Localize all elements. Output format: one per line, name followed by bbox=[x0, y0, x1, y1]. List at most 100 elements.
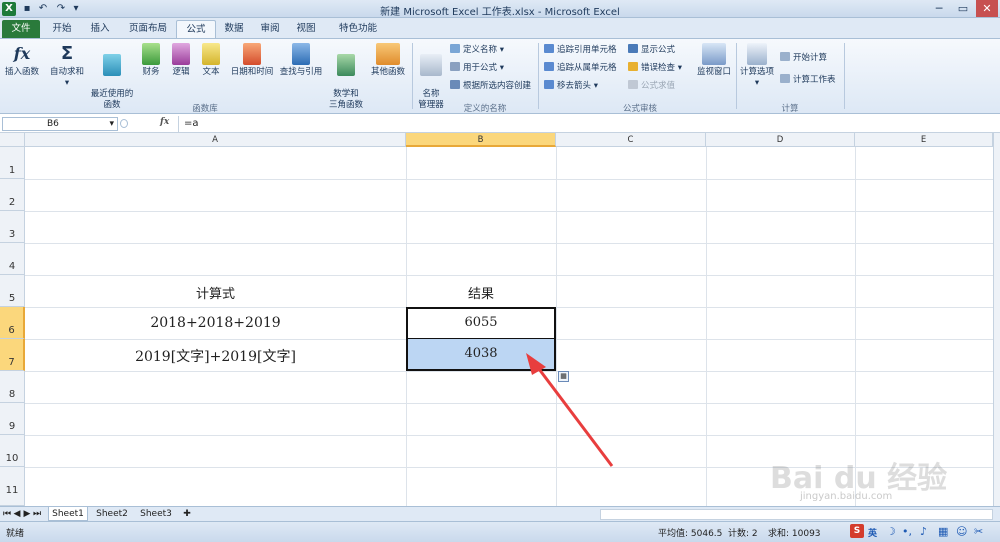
sheet-tab-sheet1[interactable]: Sheet1 bbox=[48, 507, 88, 521]
tab-review[interactable]: 审阅 bbox=[254, 20, 286, 38]
group-separator bbox=[538, 43, 539, 109]
insert-function-button[interactable]: fx 插入函数 bbox=[2, 43, 42, 78]
fx-icon: fx bbox=[13, 44, 31, 63]
show-formulas-button[interactable]: 显示公式 bbox=[628, 43, 675, 57]
expand-icon[interactable] bbox=[120, 119, 128, 128]
moon-icon[interactable]: ☽ bbox=[886, 525, 896, 538]
name-box-dropdown-icon[interactable]: ▾ bbox=[109, 118, 114, 130]
last-sheet-icon[interactable]: ⏭ bbox=[33, 507, 41, 521]
book-logic-icon bbox=[172, 43, 190, 65]
watermark-url: jingyan.baidu.com bbox=[800, 491, 893, 502]
name-manager-button[interactable]: 名称 管理器 bbox=[414, 43, 448, 111]
calculate-sheet-button[interactable]: 计算工作表 bbox=[780, 73, 836, 87]
sogou-ime-icon[interactable]: S bbox=[850, 524, 864, 538]
logic-button[interactable]: 逻辑 bbox=[168, 43, 194, 78]
tab-data[interactable]: 数据 bbox=[218, 20, 250, 38]
trace-precedents-icon bbox=[544, 44, 554, 53]
group-separator bbox=[844, 43, 845, 109]
watch-window-button[interactable]: 监视窗口 bbox=[694, 43, 734, 78]
sheet-tab-bar: ⏮ ◀ ▶ ⏭ Sheet1 Sheet2 Sheet3 ✚ bbox=[0, 506, 1000, 521]
horizontal-scrollbar[interactable] bbox=[600, 509, 993, 520]
evaluate-icon bbox=[628, 80, 638, 89]
grid-icon bbox=[450, 80, 460, 89]
status-mode: 就绪 bbox=[6, 529, 25, 539]
book-datetime-icon bbox=[243, 43, 261, 65]
datetime-button[interactable]: 日期和时间 bbox=[228, 43, 276, 78]
recent-functions-button[interactable]: 最近使用的 函数 bbox=[88, 43, 136, 111]
formula-icon bbox=[450, 62, 460, 71]
tab-formulas[interactable]: 公式 bbox=[176, 20, 216, 38]
undo-icon[interactable]: ↶ bbox=[36, 2, 50, 16]
define-name-button[interactable]: 定义名称 ▾ bbox=[450, 43, 504, 57]
calculation-options-button[interactable]: 计算选项 ▾ bbox=[738, 43, 776, 89]
quick-access-dropdown-icon[interactable]: ▾ bbox=[72, 2, 80, 16]
sheet-tab-sheet3[interactable]: Sheet3 bbox=[136, 507, 176, 521]
name-box[interactable]: B6 ▾ bbox=[2, 117, 118, 131]
title-bar: X ▪ ↶ ↷ ▾ 新建 Microsoft Excel 工作表.xlsx - … bbox=[0, 0, 1000, 18]
redo-icon[interactable]: ↷ bbox=[54, 2, 68, 16]
annotation-arrow bbox=[526, 353, 614, 467]
evaluate-formula-button[interactable]: 公式求值 bbox=[628, 79, 675, 93]
book-math-icon bbox=[337, 54, 355, 76]
status-average: 平均值: 5046.5 bbox=[658, 529, 723, 539]
autosum-button[interactable]: Σ 自动求和 ▾ bbox=[46, 43, 88, 89]
minimize-button[interactable]: ─ bbox=[928, 0, 950, 17]
finance-button[interactable]: 财务 bbox=[138, 43, 164, 78]
vertical-scrollbar[interactable] bbox=[993, 133, 1000, 506]
arrow-head bbox=[526, 353, 546, 375]
ime-lang-icon[interactable]: 英 bbox=[868, 526, 877, 539]
window-title: 新建 Microsoft Excel 工作表.xlsx - Microsoft … bbox=[380, 7, 620, 18]
tab-insert[interactable]: 插入 bbox=[84, 20, 116, 38]
save-icon[interactable]: ▪ bbox=[20, 2, 34, 16]
excel-logo-icon: X bbox=[2, 2, 16, 16]
new-sheet-icon[interactable]: ✚ bbox=[180, 507, 194, 521]
calculate-now-button[interactable]: 开始计算 bbox=[780, 51, 827, 65]
next-sheet-icon[interactable]: ▶ bbox=[23, 507, 31, 521]
status-count: 计数: 2 bbox=[728, 529, 758, 539]
trace-dependents-button[interactable]: 追踪从属单元格 bbox=[544, 61, 617, 75]
other-functions-button[interactable]: 其他函数 bbox=[368, 43, 408, 78]
tab-home[interactable]: 开始 bbox=[46, 20, 78, 38]
punctuation-icon[interactable]: •, bbox=[902, 525, 912, 538]
math-button[interactable]: 数学和 三角函数 bbox=[326, 43, 366, 111]
group-separator bbox=[412, 43, 413, 109]
trace-dependents-icon bbox=[544, 62, 554, 71]
keyboard-icon[interactable]: ▦ bbox=[938, 525, 948, 538]
prev-sheet-icon[interactable]: ◀ bbox=[13, 507, 21, 521]
watch-window-icon bbox=[702, 43, 726, 65]
name-manager-icon bbox=[420, 54, 442, 76]
remove-arrows-button[interactable]: 移去箭头 ▾ bbox=[544, 79, 598, 93]
sheet-tab-sheet2[interactable]: Sheet2 bbox=[92, 507, 132, 521]
sigma-icon: Σ bbox=[60, 43, 74, 64]
error-check-button[interactable]: 错误检查 ▾ bbox=[628, 61, 682, 75]
books-other-icon bbox=[376, 43, 400, 65]
group-label-function-library: 函数库 bbox=[192, 104, 218, 114]
spreadsheet-grid: A B C D E 1 2 3 4 5 6 7 8 9 10 11 计算式 结果… bbox=[0, 133, 993, 506]
lookup-button[interactable]: 查找与引用 bbox=[278, 43, 324, 78]
group-label-calculation: 计算 bbox=[781, 104, 799, 114]
tab-special[interactable]: 特色功能 bbox=[330, 20, 386, 38]
create-from-selection-button[interactable]: 根据所选内容创建 bbox=[450, 79, 531, 93]
user-icon[interactable]: ☺ bbox=[956, 525, 967, 538]
show-formulas-icon bbox=[628, 44, 638, 53]
microphone-icon[interactable]: ♪ bbox=[920, 525, 927, 538]
tab-file[interactable]: 文件 bbox=[2, 20, 40, 38]
restore-button[interactable]: ▭ bbox=[952, 0, 974, 17]
ribbon: fx 插入函数 Σ 自动求和 ▾ 最近使用的 函数 财务 逻辑 文本 日期和时间 … bbox=[0, 38, 1000, 114]
use-in-formula-button[interactable]: 用于公式 ▾ bbox=[450, 61, 504, 75]
calculator-icon bbox=[747, 43, 767, 65]
tab-view[interactable]: 视图 bbox=[290, 20, 322, 38]
group-separator bbox=[736, 43, 737, 109]
trace-precedents-button[interactable]: 追踪引用单元格 bbox=[544, 43, 617, 57]
settings-icon[interactable]: ✂ bbox=[974, 525, 983, 538]
first-sheet-icon[interactable]: ⏮ bbox=[3, 507, 11, 521]
book-finance-icon bbox=[142, 43, 160, 65]
book-lookup-icon bbox=[292, 43, 310, 65]
tab-page-layout[interactable]: 页面布局 bbox=[122, 20, 174, 38]
error-check-icon bbox=[628, 62, 638, 71]
fx-insert-icon[interactable]: fx bbox=[160, 117, 169, 127]
close-button[interactable]: ✕ bbox=[976, 0, 998, 17]
formula-input[interactable]: =a bbox=[184, 118, 199, 129]
calc-sheet-icon bbox=[780, 74, 790, 83]
text-button[interactable]: 文本 bbox=[198, 43, 224, 78]
